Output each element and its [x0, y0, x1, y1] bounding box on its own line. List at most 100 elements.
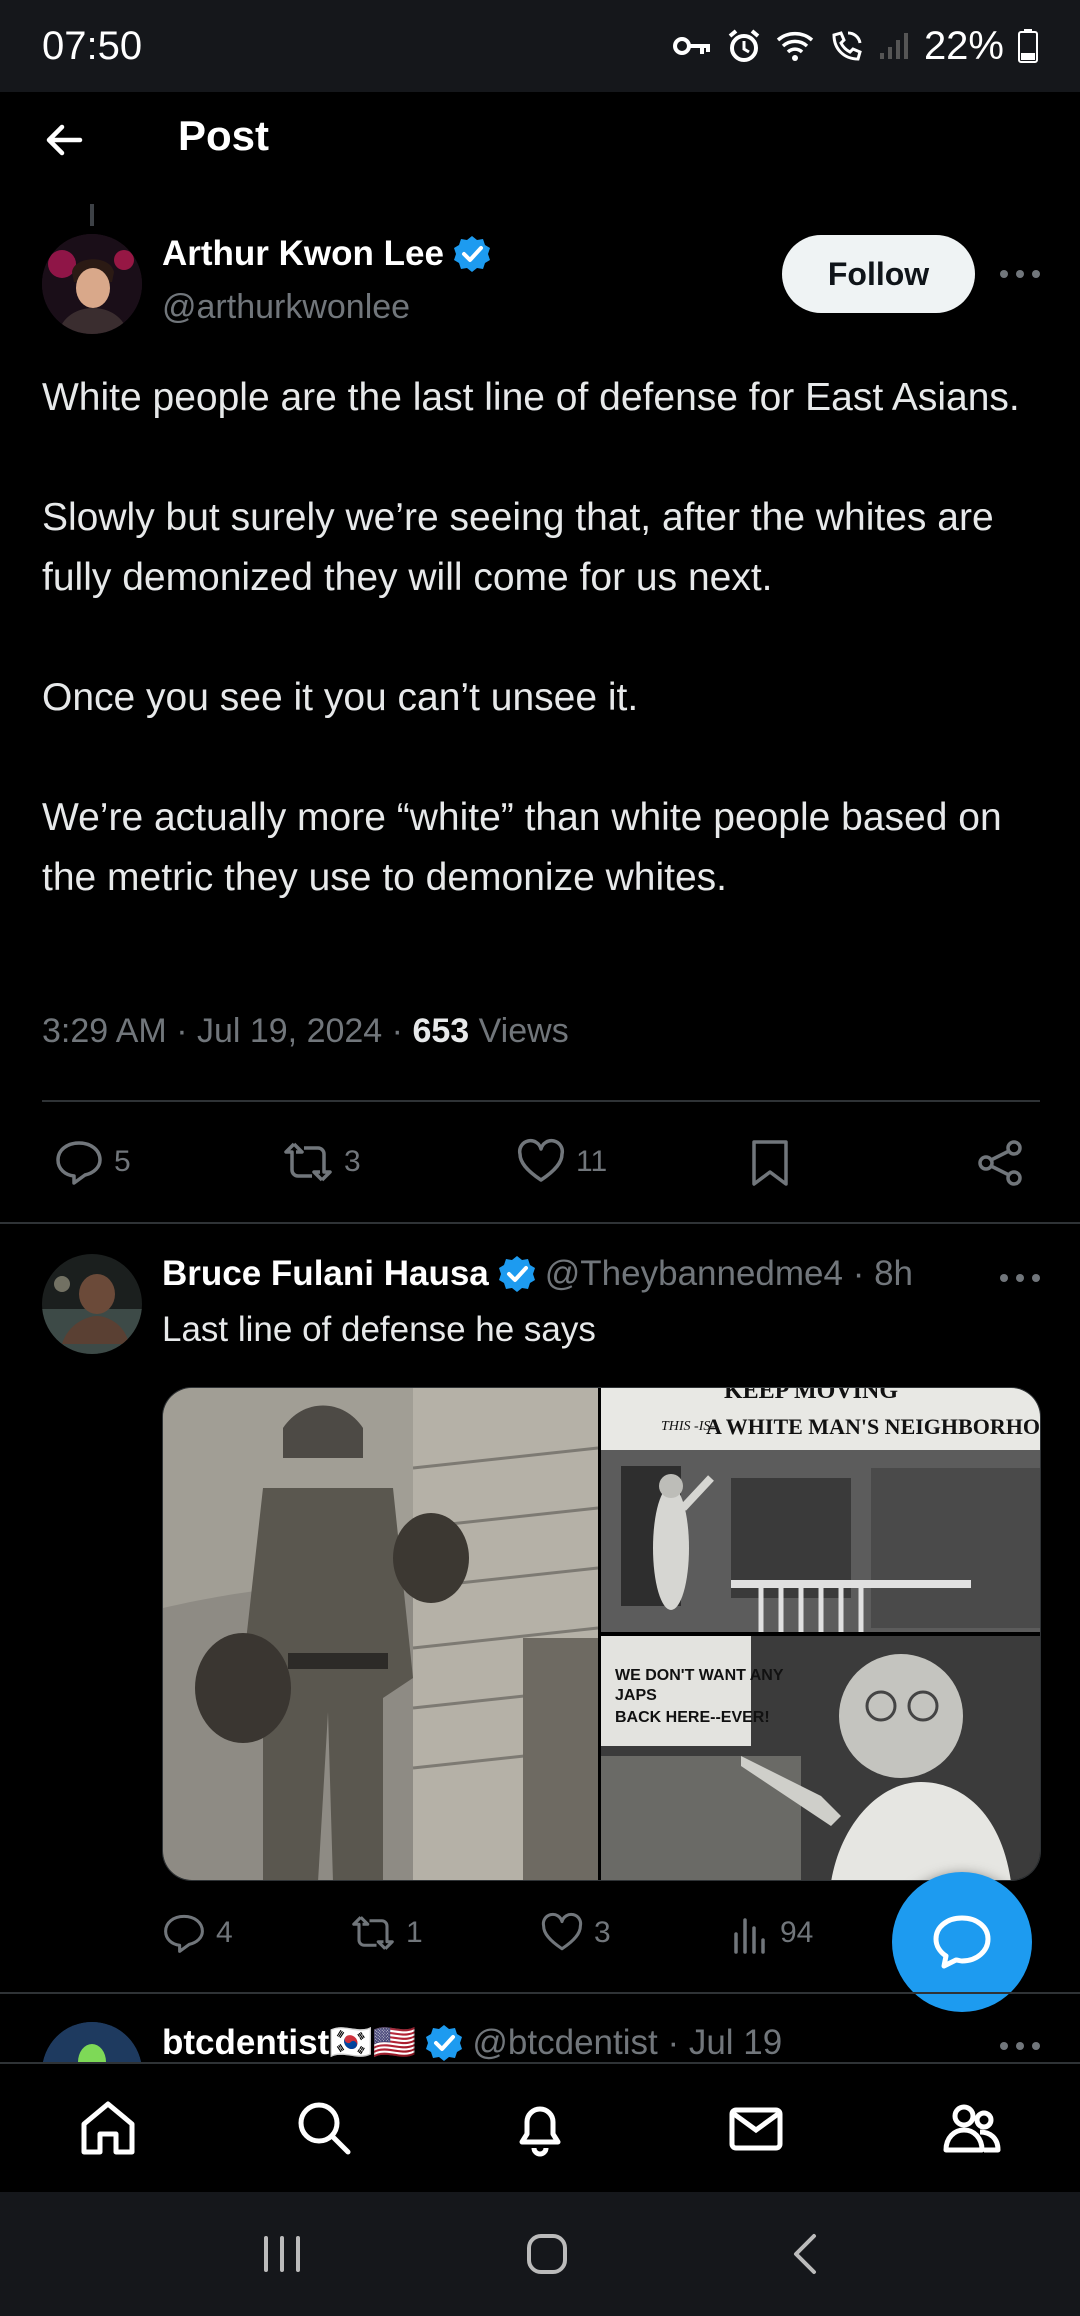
reply-author-name: Bruce Fulani Hausa [162, 1254, 489, 1293]
reply-count: 5 [114, 1145, 131, 1178]
compose-reply-button[interactable] [892, 1872, 1032, 2012]
next-reply-handle-time: @btcdentist · Jul 19 [472, 2022, 783, 2062]
avatar[interactable] [42, 234, 142, 334]
verified-badge-icon [426, 2024, 463, 2061]
app-header: Post [0, 92, 1080, 184]
share-action[interactable] [976, 1138, 1026, 1188]
nav-home[interactable] [73, 2093, 143, 2163]
page-title: Post [178, 112, 270, 159]
back-button-icon[interactable] [790, 2232, 820, 2276]
avatar-image [42, 234, 142, 334]
post-paragraph: White people are the last line of defens… [42, 376, 1020, 419]
heart-icon [541, 1912, 583, 1951]
reply-text: Last line of defense he says [162, 1310, 596, 1349]
search-icon [298, 2102, 351, 2155]
avatar[interactable] [42, 2022, 142, 2062]
next-reply-author-row: btcdentist🇰🇷🇺🇸 @btcdentist · Jul 19 [162, 2022, 783, 2063]
repost-count: 3 [344, 1145, 361, 1178]
battery-icon [1018, 29, 1038, 63]
verified-badge-icon [453, 236, 490, 272]
media-image-japs-sign[interactable]: WE DON'T WANT ANY JAPS BACK HERE--EVER! [601, 1636, 1040, 1880]
nav-notifications[interactable] [505, 2093, 575, 2163]
alarm-icon [728, 29, 760, 62]
reply-action[interactable]: 4 [162, 1912, 233, 1954]
bookmark-icon [752, 1140, 788, 1186]
author-handle[interactable]: @arthurkwonlee [162, 288, 410, 327]
bell-icon [519, 2106, 561, 2157]
avatar-image [42, 1254, 142, 1354]
wifi-calling-icon [832, 31, 862, 61]
media-image-soldier[interactable] [163, 1388, 598, 1880]
sign-main-text: A WHITE MAN'S NEIGHBORHOOD. [706, 1414, 1041, 1439]
repost-action[interactable]: 1 [350, 1912, 423, 1954]
views-count: 94 [780, 1916, 814, 1949]
media-image-neighborhood-sign[interactable]: KEEP MOVING THIS -IS- A WHITE MAN'S NEIG… [601, 1388, 1041, 1632]
vpn-key-icon [672, 37, 710, 55]
repost-icon [352, 1916, 394, 1950]
reply-author-row[interactable]: Bruce Fulani Hausa @Theybannedme4 · 8h [162, 1254, 913, 1294]
communities-icon [943, 2104, 1001, 2153]
post-body: White people are the last line of defens… [42, 368, 1042, 908]
mail-icon [729, 2107, 783, 2151]
post-metadata: 3:29 AM · Jul 19, 2024 · 653 Views [42, 1012, 569, 1051]
sign-partial-text: KEEP MOVING [724, 1388, 898, 1404]
more-options-icon[interactable] [1000, 2040, 1040, 2052]
avatar[interactable] [42, 1254, 142, 1354]
nav-search[interactable] [289, 2093, 359, 2163]
post-paragraph: Once you see it you can’t unsee it. [42, 676, 639, 719]
status-icons: 22% [672, 24, 1038, 69]
signal-icon [879, 33, 908, 59]
post-paragraph: We’re actually more “white” than white p… [42, 796, 1002, 899]
bottom-navigation [0, 2062, 1080, 2192]
like-count: 3 [594, 1916, 611, 1949]
more-options-icon[interactable] [1000, 268, 1040, 280]
author-name: Arthur Kwon Lee [162, 234, 444, 273]
chat-bubble-icon [933, 1915, 991, 1969]
nav-messages[interactable] [721, 2093, 791, 2163]
status-bar: 07:50 22% [0, 0, 1080, 92]
views-chart-icon [734, 1918, 765, 1954]
home-icon [81, 2101, 135, 2155]
views-label: Views [469, 1012, 569, 1050]
post-author[interactable]: Arthur Kwon Lee [162, 234, 492, 274]
reply-count: 4 [216, 1916, 233, 1949]
bookmark-action[interactable] [748, 1138, 792, 1188]
reply-icon [56, 1141, 102, 1185]
recent-apps-icon[interactable] [260, 2234, 304, 2274]
thread-connector-line [90, 204, 94, 226]
repost-icon [284, 1142, 332, 1182]
like-action[interactable]: 11 [516, 1138, 607, 1186]
like-count: 11 [576, 1145, 608, 1178]
reply-media-grid[interactable]: KEEP MOVING THIS -IS- A WHITE MAN'S NEIG… [162, 1387, 1041, 1881]
system-navigation-bar [0, 2192, 1080, 2316]
sign-bottom-line-2: JAPS [615, 1687, 657, 1704]
battery-percent: 22% [923, 23, 1004, 68]
reply-action[interactable]: 5 [54, 1138, 131, 1186]
verified-badge-icon [498, 1256, 535, 1292]
divider [0, 1222, 1080, 1224]
repost-count: 1 [406, 1916, 423, 1949]
post-timestamp: 3:29 AM · Jul 19, 2024 · [42, 1012, 413, 1050]
status-time: 07:50 [42, 23, 143, 68]
share-icon [978, 1140, 1022, 1186]
more-options-icon[interactable] [1000, 1272, 1040, 1284]
sign-bottom-line-3: BACK HERE--EVER! [615, 1709, 770, 1726]
back-arrow-icon[interactable] [40, 116, 88, 164]
wifi-icon [776, 32, 814, 61]
sign-bottom-line-1: WE DON'T WANT ANY [615, 1667, 784, 1684]
avatar-image [42, 2022, 142, 2062]
home-button-icon[interactable] [525, 2232, 569, 2276]
reply-handle-time: @Theybannedme4 · 8h [544, 1254, 914, 1293]
views-action[interactable]: 94 [730, 1912, 813, 1954]
views-count: 653 [412, 1012, 470, 1050]
follow-button[interactable]: Follow [782, 235, 975, 313]
nav-communities[interactable] [937, 2093, 1007, 2163]
divider [42, 1100, 1040, 1102]
heart-icon [517, 1139, 565, 1182]
next-reply-row[interactable]: btcdentist🇰🇷🇺🇸 @btcdentist · Jul 19 [0, 1994, 1080, 2062]
reply-icon [164, 1914, 204, 1953]
like-action[interactable]: 3 [540, 1912, 611, 1954]
post-paragraph: Slowly but surely we’re seeing that, aft… [42, 496, 994, 599]
next-reply-author-name: btcdentist🇰🇷🇺🇸 [162, 2023, 417, 2062]
repost-action[interactable]: 3 [282, 1138, 361, 1186]
